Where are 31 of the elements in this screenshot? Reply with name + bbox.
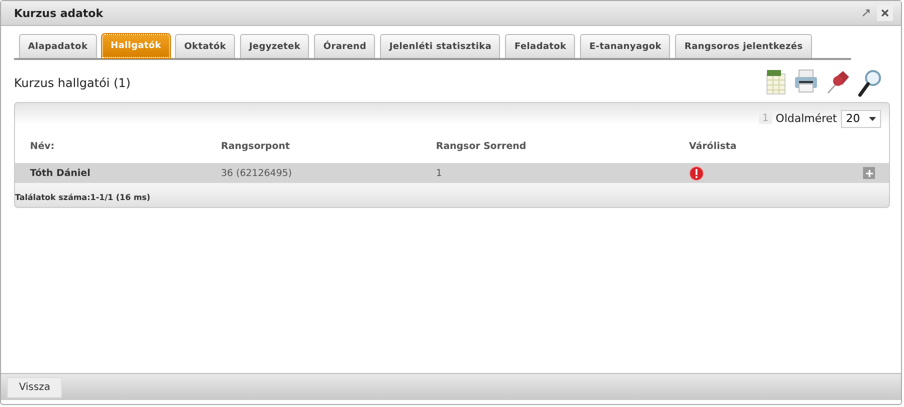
column-header[interactable]: Név: — [30, 140, 221, 152]
spreadsheet-icon[interactable] — [765, 68, 787, 96]
tab[interactable]: Rangsoros jelentkezés — [675, 34, 812, 58]
result-count: Találatok száma:1-1/1 (16 ms) — [15, 192, 152, 202]
tab[interactable]: Jelenléti statisztika — [380, 34, 500, 58]
page-size-label: Oldalméret — [776, 112, 837, 125]
table-row[interactable]: Tóth Dániel 36 (62126495) 1 — [15, 163, 889, 183]
expand-button[interactable] — [863, 167, 875, 179]
tab[interactable]: E-tananyagok — [580, 34, 670, 58]
tab[interactable]: Órarend — [314, 34, 376, 58]
tab[interactable]: Oktatók — [175, 34, 236, 58]
back-button[interactable]: Vissza — [7, 376, 62, 398]
caret-icon — [869, 116, 876, 120]
column-header[interactable]: Rangsor Sorrend — [436, 140, 689, 152]
page-size-dropdown[interactable]: 20 — [841, 110, 881, 128]
plus-icon — [866, 170, 872, 176]
section-heading: Kurzus hallgatói (1) — [14, 76, 131, 90]
tab[interactable]: Feladatok — [505, 34, 576, 58]
table-cell-text: 36 (62126495) — [221, 168, 293, 178]
close-icon — [881, 9, 889, 17]
tab[interactable]: Alapadatok — [19, 34, 97, 58]
restore-icon[interactable] — [861, 8, 871, 18]
column-header[interactable]: Várólista — [689, 140, 863, 152]
window-title: Kurzus adatok — [14, 6, 104, 20]
table-cell-text: Tóth Dániel — [30, 168, 92, 178]
search-icon[interactable] — [857, 68, 883, 98]
tab[interactable]: Jegyzetek — [240, 34, 310, 58]
close-button[interactable] — [877, 5, 893, 21]
pushpin-icon[interactable] — [825, 68, 851, 96]
column-header[interactable]: Rangsorpont — [221, 140, 436, 152]
table-cell-text: 1 — [436, 168, 444, 178]
